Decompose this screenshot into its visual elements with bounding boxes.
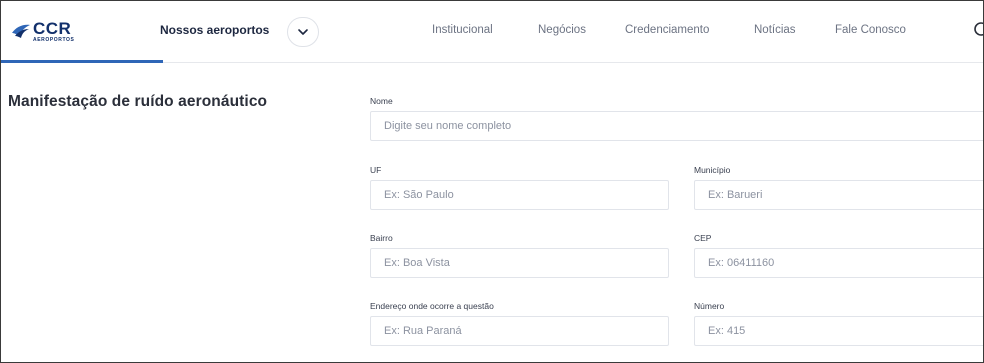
municipio-label: Município — [694, 165, 731, 175]
search-icon[interactable] — [973, 21, 984, 39]
nav-link-noticias[interactable]: Notícias — [754, 24, 796, 36]
bairro-label: Bairro — [370, 233, 393, 243]
page-title: Manifestação de ruído aeronáutico — [8, 93, 268, 110]
nome-input[interactable] — [371, 112, 983, 140]
uf-field[interactable] — [370, 180, 669, 210]
cep-label: CEP — [694, 233, 712, 243]
cep-field[interactable] — [694, 248, 983, 278]
page-frame: CCR AEROPORTOS Nossos aeroportos Institu… — [0, 0, 984, 363]
airports-tab — [1, 1, 163, 63]
nome-field[interactable] — [370, 111, 983, 141]
airports-menu-label[interactable]: Nossos aeroportos — [160, 23, 269, 37]
endereco-label: Endereço onde ocorre a questão — [370, 301, 494, 311]
cep-input[interactable] — [695, 249, 983, 277]
municipio-field[interactable] — [694, 180, 983, 210]
numero-field[interactable] — [694, 316, 983, 346]
chevron-down-icon — [298, 29, 308, 35]
endereco-input[interactable] — [371, 317, 668, 345]
airports-menu-toggle[interactable] — [287, 17, 319, 47]
municipio-input[interactable] — [695, 181, 983, 209]
nav-link-credenciamento[interactable]: Credenciamento — [625, 24, 709, 36]
active-tab-underline — [1, 60, 163, 63]
nav-link-fale-conosco[interactable]: Fale Conosco — [835, 24, 906, 36]
endereco-field[interactable] — [370, 316, 669, 346]
numero-label: Número — [694, 301, 725, 311]
numero-input[interactable] — [695, 317, 983, 345]
nav-link-institucional[interactable]: Institucional — [432, 24, 493, 36]
bairro-input[interactable] — [371, 249, 668, 277]
nome-label: Nome — [370, 96, 393, 106]
uf-input[interactable] — [371, 181, 668, 209]
uf-label: UF — [370, 165, 382, 175]
nav-link-negocios[interactable]: Negócios — [538, 24, 586, 36]
bairro-field[interactable] — [370, 248, 669, 278]
site-header: CCR AEROPORTOS Nossos aeroportos Institu… — [1, 1, 984, 63]
